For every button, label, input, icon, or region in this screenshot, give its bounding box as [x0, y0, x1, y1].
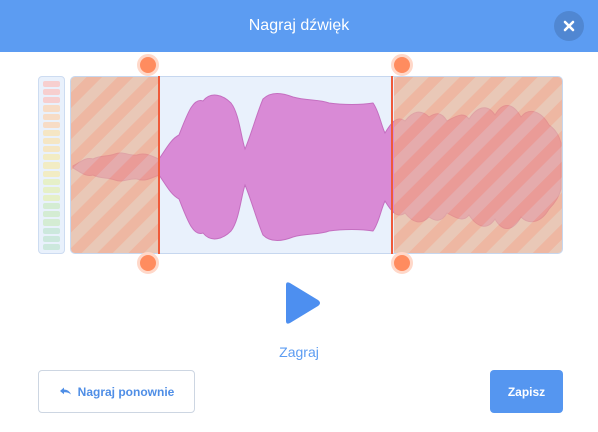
undo-icon [59, 385, 72, 399]
meter-cell [43, 97, 60, 104]
trim-start-line[interactable] [158, 76, 160, 254]
play-icon [280, 282, 322, 330]
waveform-area[interactable] [70, 76, 563, 254]
trim-overlay-left [71, 77, 160, 253]
meter-cell [43, 194, 60, 202]
meter-cell [43, 129, 60, 136]
meter-cell [43, 203, 60, 210]
meter-cell [43, 121, 60, 128]
meter-cell [43, 137, 60, 145]
play-label: Zagraj [279, 344, 319, 360]
trim-end-handle-top[interactable] [391, 54, 413, 76]
meter-cell [43, 162, 60, 169]
meter-cell [43, 81, 60, 88]
meter-cell [43, 235, 60, 242]
meter-cell [43, 178, 60, 185]
play-button[interactable] [280, 280, 322, 326]
meter-cell [43, 113, 60, 120]
close-icon [563, 20, 575, 32]
meter-cell [43, 105, 60, 112]
dialog-header: Nagraj dźwięk [0, 0, 598, 52]
level-meter [38, 76, 65, 254]
meter-cell [43, 89, 60, 96]
meter-cell [43, 154, 60, 161]
sound-editor [0, 52, 598, 302]
trim-end-line[interactable] [391, 76, 393, 254]
meter-cell [43, 219, 60, 226]
trim-overlay-right [394, 77, 562, 253]
meter-cell [43, 227, 60, 234]
rerecord-label: Nagraj ponownie [77, 384, 175, 399]
dialog-title: Nagraj dźwięk [248, 17, 350, 34]
meter-cell [43, 170, 60, 177]
save-label: Zapisz [507, 384, 546, 399]
save-button[interactable]: Zapisz [490, 370, 563, 413]
waveform-graphic [71, 77, 562, 253]
meter-cell [43, 211, 60, 218]
trim-end-handle-bottom[interactable] [391, 252, 413, 274]
close-button[interactable] [554, 11, 584, 41]
meter-cell [43, 243, 60, 250]
meter-cell [43, 186, 60, 193]
trim-start-handle-top[interactable] [137, 54, 159, 76]
rerecord-button[interactable]: Nagraj ponownie [38, 370, 195, 413]
meter-cell [43, 146, 60, 153]
trim-start-handle-bottom[interactable] [137, 252, 159, 274]
